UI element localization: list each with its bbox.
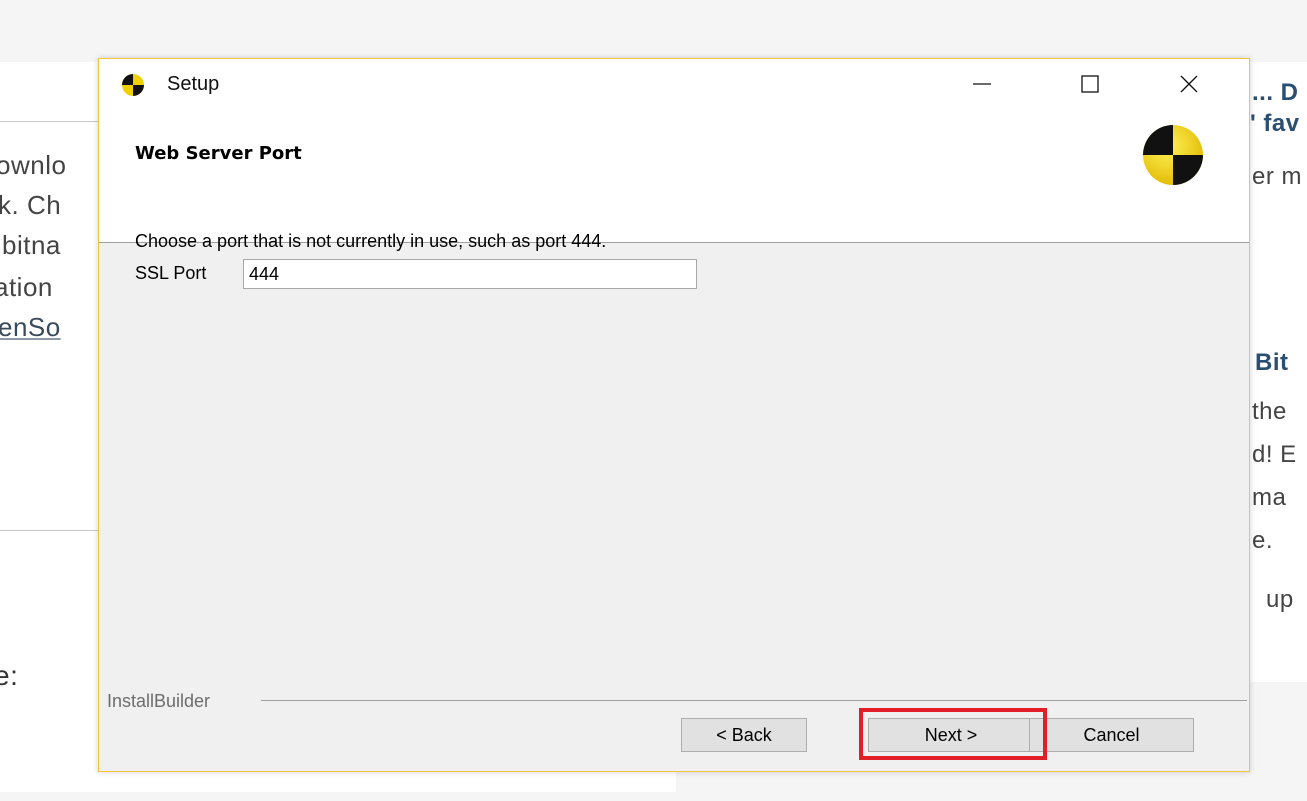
installer-logo-icon bbox=[122, 74, 144, 96]
maximize-button[interactable] bbox=[1045, 59, 1135, 109]
next-button[interactable]: Next > bbox=[868, 718, 1034, 752]
installer-logo-icon bbox=[1143, 125, 1203, 185]
ssl-port-input[interactable] bbox=[243, 259, 697, 289]
ssl-port-label: SSL Port bbox=[135, 263, 207, 283]
page-title: Web Server Port bbox=[135, 143, 302, 164]
background-text: e: bbox=[0, 660, 19, 691]
page-header bbox=[99, 109, 1249, 243]
window-title: Setup bbox=[167, 73, 220, 95]
background-text: ma bbox=[1252, 484, 1287, 511]
back-button[interactable]: < Back bbox=[681, 718, 807, 752]
minimize-icon bbox=[973, 83, 991, 85]
maximize-icon bbox=[1081, 75, 1099, 93]
background-text: e. bbox=[1252, 527, 1274, 554]
background-text: ation bbox=[0, 272, 53, 302]
background-heading: ' fav bbox=[1250, 110, 1300, 137]
background-text: er m bbox=[1252, 163, 1302, 190]
footer-divider bbox=[261, 700, 1247, 701]
screen: ownlo k. Ch bitna ation enSo e: ... D ' … bbox=[0, 0, 1307, 801]
title-bar[interactable]: Setup bbox=[99, 59, 1249, 109]
background-text: d! E bbox=[1252, 441, 1297, 468]
minimize-button[interactable] bbox=[937, 59, 1027, 109]
instruction-text: Choose a port that is not currently in u… bbox=[135, 231, 607, 251]
close-button[interactable] bbox=[1144, 59, 1234, 109]
background-text: up bbox=[1266, 586, 1294, 613]
background-divider bbox=[0, 121, 98, 122]
background-text: k. Ch bbox=[0, 190, 62, 220]
background-text: the bbox=[1252, 398, 1287, 425]
background-text: ownlo bbox=[0, 150, 67, 180]
background-heading: ... D bbox=[1252, 79, 1299, 106]
close-icon bbox=[1180, 75, 1198, 93]
background-link[interactable]: enSo bbox=[0, 312, 61, 343]
background-heading: Bit bbox=[1255, 349, 1289, 376]
cancel-button[interactable]: Cancel bbox=[1029, 718, 1194, 752]
brand-label: InstallBuilder bbox=[107, 691, 211, 711]
setup-dialog: Setup Web Server Port Choose a port that… bbox=[98, 58, 1250, 772]
background-divider bbox=[0, 530, 98, 531]
background-text: bitna bbox=[2, 230, 61, 260]
